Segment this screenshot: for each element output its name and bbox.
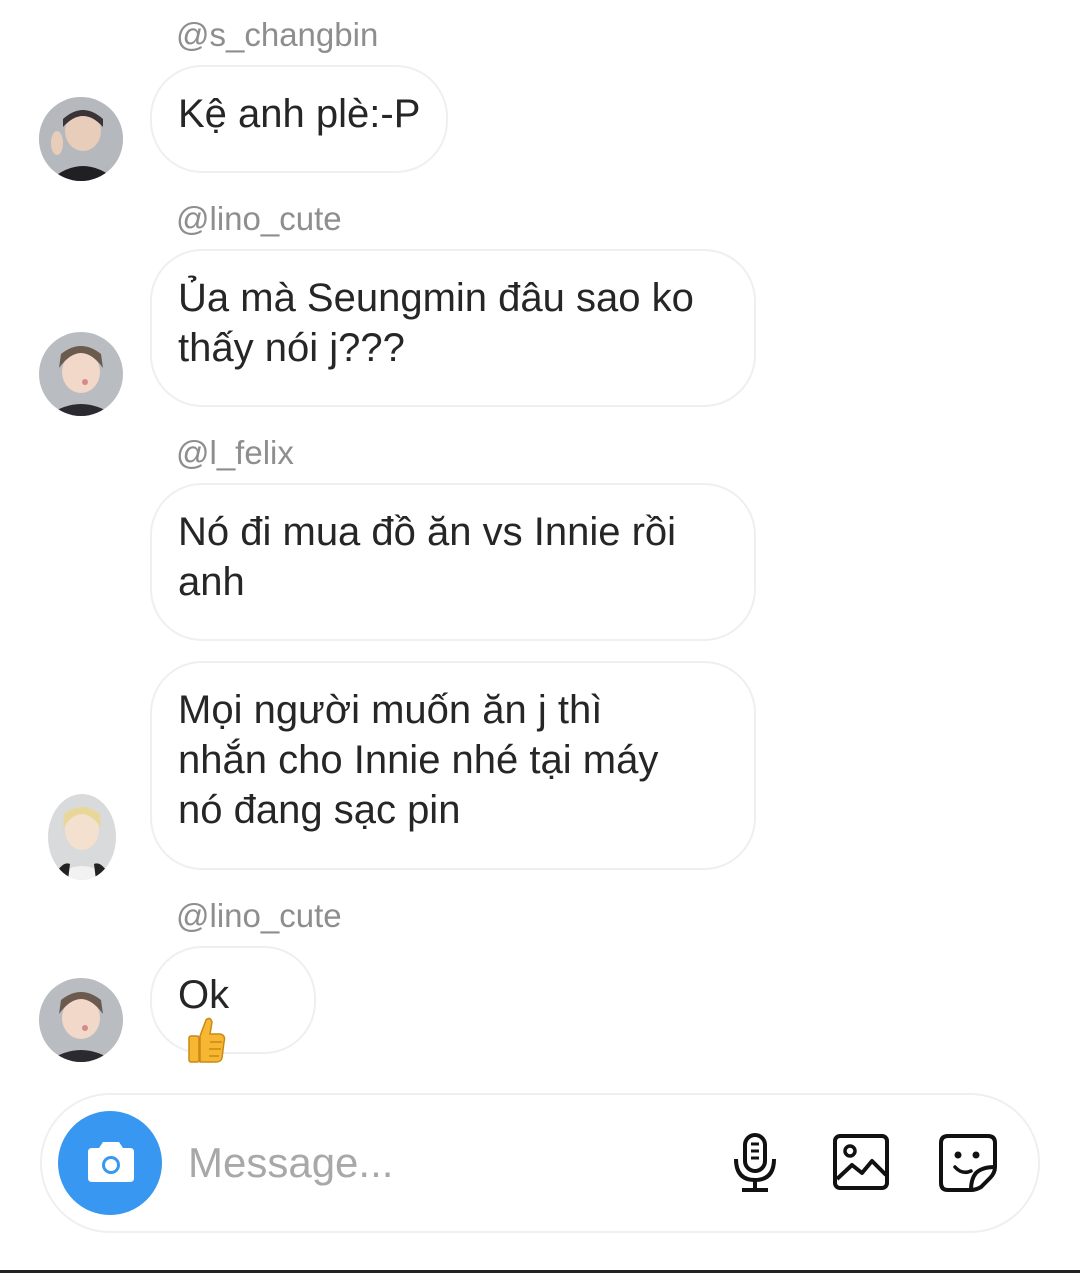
- message-input[interactable]: [188, 1135, 688, 1191]
- message-username: @lino_cute: [176, 200, 342, 237]
- message-text-line: anh: [178, 560, 245, 604]
- message-text-line: Mọi người muốn ăn j thì: [178, 688, 603, 732]
- message-bubble[interactable]: Ok: [150, 946, 316, 1063]
- message-bubble[interactable]: Mọi người muốn ăn j thì nhắn cho Innie n…: [150, 661, 756, 870]
- gallery-icon[interactable]: [832, 1133, 890, 1191]
- message-text-line: thấy nói j???: [178, 326, 405, 370]
- message-bubble[interactable]: Kệ anh plè:-P: [150, 65, 449, 173]
- message-composer: [40, 1093, 1040, 1233]
- message-text-line: Ủa mà Seungmin đâu sao ko: [178, 276, 694, 320]
- avatar[interactable]: [48, 794, 116, 880]
- camera-icon: [88, 1142, 134, 1182]
- avatar[interactable]: [39, 97, 123, 181]
- message-username: @lino_cute: [176, 897, 342, 934]
- message-text: Kệ anh plè:-P: [178, 92, 421, 136]
- avatar[interactable]: [39, 332, 123, 416]
- message-bubble[interactable]: Nó đi mua đồ ăn vs Innie rồi anh: [150, 483, 756, 641]
- camera-button[interactable]: [58, 1111, 162, 1215]
- sticker-icon[interactable]: [938, 1133, 998, 1193]
- message-username: @l_felix: [176, 434, 294, 471]
- message-text-line: nhắn cho Innie nhé tại máy: [178, 738, 659, 782]
- thumbs-up-icon: [186, 1016, 226, 1076]
- message-text-line: nó đang sạc pin: [178, 788, 461, 832]
- message-username: @s_changbin: [176, 16, 379, 53]
- message-text: Ok: [178, 973, 230, 1017]
- avatar[interactable]: [39, 978, 123, 1062]
- microphone-icon[interactable]: [730, 1132, 780, 1194]
- message-bubble[interactable]: Ủa mà Seungmin đâu sao ko thấy nói j???: [150, 249, 756, 407]
- message-text-line: Nó đi mua đồ ăn vs Innie rồi: [178, 510, 677, 554]
